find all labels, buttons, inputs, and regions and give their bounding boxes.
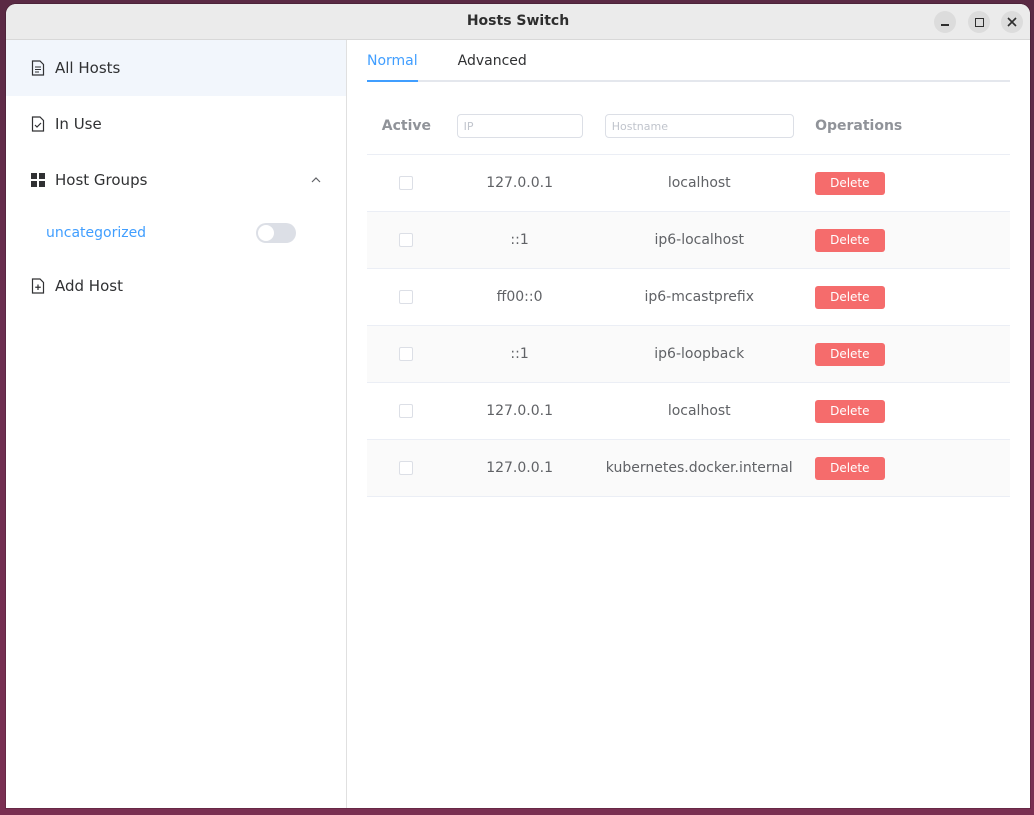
- active-checkbox[interactable]: [399, 290, 414, 304]
- table-row: 127.0.0.1 localhost Delete: [367, 383, 1010, 440]
- maximize-icon: [974, 17, 984, 27]
- sidebar-item-label: All Hosts: [55, 59, 121, 77]
- table-row: ::1 ip6-localhost Delete: [367, 212, 1010, 269]
- active-checkbox[interactable]: [399, 176, 414, 190]
- active-checkbox[interactable]: [399, 233, 414, 247]
- body-area: All Hosts In Use Host Groups uncategoriz…: [6, 40, 1030, 808]
- active-checkbox[interactable]: [399, 404, 414, 418]
- tab-normal[interactable]: Normal: [367, 40, 418, 82]
- ip-cell: ::1: [510, 346, 529, 362]
- sidebar-item-label: Add Host: [55, 277, 123, 295]
- delete-button[interactable]: Delete: [815, 399, 885, 423]
- hostname-cell: ip6-mcastprefix: [644, 289, 754, 305]
- hostname-cell: ip6-loopback: [654, 346, 745, 362]
- toggle-knob: [258, 225, 274, 241]
- hostname-cell: ip6-localhost: [654, 232, 745, 248]
- hostname-cell: kubernetes.docker.internal: [605, 460, 793, 476]
- sidebar-item-in-use[interactable]: In Use: [6, 96, 346, 152]
- active-checkbox[interactable]: [399, 347, 414, 361]
- hosts-table: Active Operations 127.0.0.1 localhost De…: [367, 98, 1010, 497]
- hostname-cell: localhost: [667, 175, 731, 191]
- grid-icon: [30, 172, 46, 188]
- ip-cell: 127.0.0.1: [486, 175, 553, 191]
- header-active: Active: [381, 118, 431, 134]
- group-name: uncategorized: [46, 225, 147, 241]
- ip-cell: 127.0.0.1: [486, 460, 553, 476]
- table-row: ff00::0 ip6-mcastprefix Delete: [367, 269, 1010, 326]
- delete-button[interactable]: Delete: [815, 171, 885, 195]
- main-panel: Normal Advanced Active Operations 127.0.…: [347, 40, 1030, 808]
- table-row: ::1 ip6-loopback Delete: [367, 326, 1010, 383]
- table-row: 127.0.0.1 kubernetes.docker.internal Del…: [367, 440, 1010, 497]
- window-title: Hosts Switch: [466, 13, 570, 29]
- sidebar-item-label: Host Groups: [55, 171, 148, 189]
- document-add-icon: [30, 278, 46, 294]
- minimize-button[interactable]: [934, 11, 956, 33]
- active-checkbox[interactable]: [399, 461, 414, 475]
- title-bar: Hosts Switch: [6, 4, 1030, 40]
- sidebar: All Hosts In Use Host Groups uncategoriz…: [6, 40, 347, 808]
- hostname-filter-input[interactable]: [604, 114, 794, 138]
- close-icon: [1007, 17, 1017, 27]
- delete-button[interactable]: Delete: [815, 456, 885, 480]
- group-item[interactable]: uncategorized: [6, 208, 346, 258]
- hostname-cell: localhost: [667, 403, 731, 419]
- group-toggle[interactable]: [256, 223, 296, 243]
- delete-button[interactable]: Delete: [815, 285, 885, 309]
- sidebar-item-all-hosts[interactable]: All Hosts: [6, 40, 346, 96]
- ip-cell: ff00::0: [496, 289, 543, 305]
- sidebar-item-label: In Use: [55, 115, 102, 133]
- chevron-up-icon[interactable]: [310, 172, 326, 188]
- document-icon: [30, 60, 46, 76]
- delete-button[interactable]: Delete: [815, 342, 885, 366]
- ip-cell: 127.0.0.1: [486, 403, 553, 419]
- document-check-icon: [30, 116, 46, 132]
- ip-cell: ::1: [510, 232, 529, 248]
- sidebar-item-host-groups[interactable]: Host Groups: [6, 152, 346, 208]
- maximize-button[interactable]: [968, 11, 990, 33]
- app-window: Hosts Switch All Hosts In Use Host Group…: [6, 4, 1030, 808]
- close-button[interactable]: [1001, 11, 1023, 33]
- header-operations: Operations: [815, 118, 903, 134]
- delete-button[interactable]: Delete: [815, 228, 885, 252]
- ip-filter-input[interactable]: [456, 114, 583, 138]
- minimize-icon: [941, 24, 949, 26]
- sidebar-item-add-host[interactable]: Add Host: [6, 258, 346, 314]
- tab-bar: Normal Advanced: [367, 40, 1010, 82]
- table-header: Active Operations: [367, 98, 1010, 155]
- table-row: 127.0.0.1 localhost Delete: [367, 155, 1010, 212]
- tab-advanced[interactable]: Advanced: [458, 40, 527, 80]
